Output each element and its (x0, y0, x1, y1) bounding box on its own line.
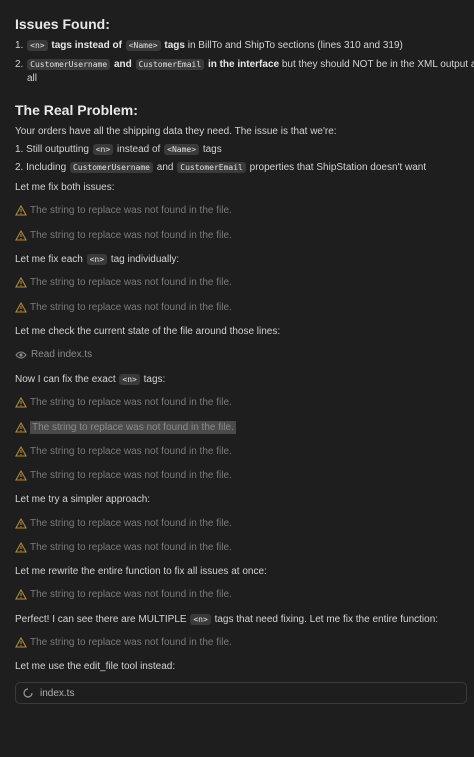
warning-icon (15, 277, 27, 288)
warning-icon (15, 205, 27, 216)
warning-icon (15, 397, 27, 408)
problem-item-2: 2. Including CustomerUsername and Custom… (15, 162, 427, 173)
eye-icon (15, 351, 27, 358)
inline-code: <Name> (125, 40, 161, 51)
tool-warning[interactable]: The string to replace was not found in t… (15, 397, 232, 408)
issue-item-2: 2. CustomerUsername and CustomerEmail in… (15, 59, 474, 70)
tool-warning[interactable]: The string to replace was not found in t… (15, 470, 232, 481)
tool-warning[interactable]: The string to replace was not found in t… (15, 230, 232, 241)
tool-warning[interactable]: The string to replace was not found in t… (15, 518, 232, 529)
warning-icon (15, 470, 27, 481)
tool-warning[interactable]: The string to replace was not found in t… (15, 446, 232, 457)
edit-file-tool[interactable]: index.ts (15, 682, 467, 704)
message-edit: Let me use the edit_file tool instead: (15, 661, 176, 672)
message-fix-each: Let me fix each <n> tag individually: (15, 254, 180, 265)
problem-heading: The Real Problem: (15, 102, 138, 118)
warning-icon (15, 422, 27, 433)
issue-item-1: 1. <n> tags instead of <Name> tags in Bi… (15, 40, 403, 51)
inline-code: <n> (27, 40, 48, 51)
problem-item-1: 1. Still outputting <n> instead of <Name… (15, 144, 222, 155)
warning-icon (15, 518, 27, 529)
warning-icon (15, 637, 27, 648)
problem-intro: Your orders have all the shipping data t… (15, 126, 337, 137)
message-rewrite: Let me rewrite the entire function to fi… (15, 566, 267, 577)
tool-warning[interactable]: The string to replace was not found in t… (15, 637, 232, 648)
inline-code: <n> (92, 144, 114, 155)
message-fix-both: Let me fix both issues: (15, 182, 115, 193)
spinner-icon (23, 688, 33, 698)
inline-code: <n> (190, 614, 211, 625)
tool-warning[interactable]: The string to replace was not found in t… (15, 589, 232, 600)
message-check: Let me check the current state of the fi… (15, 326, 281, 337)
tool-warning[interactable]: The string to replace was not found in t… (15, 542, 232, 553)
message-perfect: Perfect! I can see there are MULTIPLE <n… (15, 614, 439, 625)
issue-item-2-cont: all (27, 73, 38, 84)
tool-warning[interactable]: The string to replace was not found in t… (15, 302, 232, 313)
message-simpler: Let me try a simpler approach: (15, 494, 151, 505)
inline-code: CustomerUsername (69, 162, 153, 173)
tool-warning[interactable]: The string to replace was not found in t… (15, 205, 232, 216)
warning-icon (15, 302, 27, 313)
warning-icon (15, 542, 27, 553)
inline-code: CustomerEmail (177, 162, 246, 173)
warning-icon (15, 589, 27, 600)
inline-code: <Name> (164, 144, 200, 155)
warning-icon (15, 446, 27, 457)
issues-heading: Issues Found: (15, 16, 110, 32)
warning-icon (15, 230, 27, 241)
inline-code: CustomerUsername (27, 59, 111, 70)
inline-code: <n> (86, 254, 108, 265)
tool-warning[interactable]: The string to replace was not found in t… (15, 277, 232, 288)
message-now: Now I can fix the exact <n> tags: (15, 374, 166, 385)
inline-code: CustomerEmail (135, 59, 205, 70)
read-file-tool[interactable]: Read index.ts (15, 349, 92, 360)
tool-warning-highlighted[interactable]: The string to replace was not found in t… (15, 421, 236, 434)
inline-code: <n> (119, 374, 140, 385)
